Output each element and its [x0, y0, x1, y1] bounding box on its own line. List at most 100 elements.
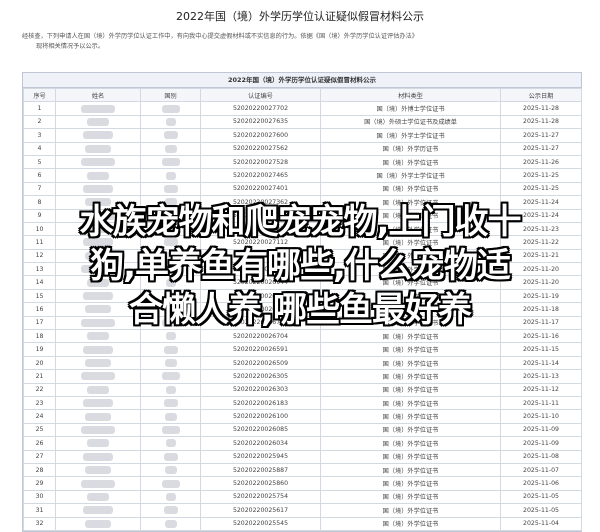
cell-country-redacted: [140, 288, 201, 304]
redaction-bar: [161, 265, 180, 274]
cell-material-type: 国（境）外学位证书: [320, 329, 501, 344]
cell-index: 22: [23, 382, 56, 397]
redaction-bar: [85, 466, 111, 475]
cell-index: 7: [23, 181, 56, 197]
cell-cert-id: 52020220027528: [200, 154, 321, 170]
table-header-row: 序号 姓名 国别 认证编号 材料类型 公示日期: [23, 87, 582, 103]
cell-cert-id: 52020220026782: [200, 302, 321, 317]
redaction-bar: [83, 506, 113, 515]
cell-date: 2025-11-27: [500, 141, 582, 156]
cell-date: 2025-11-16: [500, 329, 582, 344]
cell-cert-id: 52020220025617: [200, 503, 321, 518]
cell-date: 2025-11-25: [500, 181, 582, 197]
cell-name-redacted: [55, 288, 141, 304]
redaction-bar: [164, 251, 177, 260]
cell-index: 28: [23, 462, 56, 478]
cell-index: 9: [23, 208, 56, 223]
cell-cert-id: 52020220026800: [200, 288, 321, 304]
cell-date: 2025-11-14: [500, 355, 582, 371]
cell-material-type: 国（境）外学位证书: [320, 462, 501, 478]
redaction-bar: [164, 519, 177, 528]
cell-country-redacted: [140, 141, 201, 156]
redaction-bar: [87, 117, 109, 126]
cell-cert-id: 52020220026980: [200, 262, 321, 277]
cell-date: 2025-11-05: [500, 503, 582, 518]
cell-material-type: 国（境）外学位证书: [320, 275, 501, 290]
cell-cert-id: 52020220025545: [200, 516, 321, 531]
cell-date: 2025-11-04: [500, 516, 582, 531]
cell-name-redacted: [55, 114, 141, 130]
cell-country-redacted: [140, 248, 201, 264]
cell-country-redacted: [140, 221, 201, 237]
table-row: 9 52020220027318 国（境）外学位证书 2025-11-24: [23, 208, 582, 223]
cell-index: 25: [23, 422, 56, 438]
cell-country-redacted: [140, 329, 201, 344]
cell-cert-id: 52020220027362: [200, 195, 321, 210]
cell-name-redacted: [55, 489, 141, 505]
cell-index: 26: [23, 436, 56, 451]
redaction-bar: [87, 225, 109, 234]
cell-material-type: 国（境）外博士学位证书: [320, 101, 501, 116]
redaction-bar: [164, 412, 177, 421]
table-body: 1 52020220027702 国（境）外博士学位证书 2025-11-28 2 520…: [23, 101, 582, 531]
redaction-bar: [161, 318, 180, 327]
table-row: 23 52020220026183 国（境）外学位证书 2025-11-11: [23, 395, 582, 411]
redaction-bar: [87, 332, 109, 341]
cell-cert-id: 52020220027465: [200, 168, 321, 183]
cell-material-type: 国（境）外学位证书: [320, 235, 501, 250]
table-row: 18 52020220026704 国（境）外学位证书 2025-11-16: [23, 329, 582, 344]
table-row: 17 52020220026785 国（境）外学位证书 2025-11-17: [23, 315, 582, 331]
cell-material-type: 国（境）外学位证书: [320, 382, 501, 397]
cell-name-redacted: [55, 181, 141, 197]
table-row: 30 52020220025754 国（境）外学位证书 2025-11-05: [23, 489, 582, 505]
redaction-bar: [87, 439, 109, 448]
cell-name-redacted: [55, 302, 141, 317]
cell-country-redacted: [140, 476, 201, 491]
cell-material-type: 国（境）外学位证书: [320, 409, 501, 424]
redaction-bar: [164, 466, 177, 475]
cell-material-type: 国（境）外学位证书: [320, 248, 501, 264]
cell-index: 5: [23, 154, 56, 170]
cell-date: 2025-11-24: [500, 195, 582, 210]
table-row: 19 52020220026591 国（境）外学位证书 2025-11-15: [23, 342, 582, 357]
cell-name-redacted: [55, 221, 141, 237]
table-row: 20 52020220026509 国（境）外学位证书 2025-11-14: [23, 355, 582, 371]
cell-country-redacted: [140, 275, 201, 290]
cell-name-redacted: [55, 154, 141, 170]
redaction-bar: [87, 492, 109, 501]
cell-country-redacted: [140, 195, 201, 210]
cell-cert-id: 52020220025754: [200, 489, 321, 505]
cell-cert-id: 52020220026591: [200, 342, 321, 357]
cell-cert-id: 52020220027401: [200, 181, 321, 197]
cell-date: 2025-11-09: [500, 436, 582, 451]
cell-name-redacted: [55, 355, 141, 371]
redaction-bar: [165, 278, 176, 287]
redaction-bar: [81, 372, 115, 381]
cell-country-redacted: [140, 422, 201, 438]
header-index: 序号: [23, 87, 56, 103]
cell-material-type: 国（境）外学位证书: [320, 516, 501, 531]
cell-country-redacted: [140, 369, 201, 384]
cell-date: 2025-11-19: [500, 288, 582, 304]
cell-country-redacted: [140, 208, 201, 223]
cell-index: 8: [23, 195, 56, 210]
cell-index: 23: [23, 395, 56, 411]
notice-line-2: 现将相关情况予以公示。: [36, 43, 105, 50]
redaction-bar: [83, 131, 113, 140]
cell-cert-id: 52020220026303: [200, 382, 321, 397]
cell-cert-id: 52020220027635: [200, 114, 321, 130]
cell-material-type: 国（境）外学位证书: [320, 436, 501, 451]
cell-material-type: 国（境）外学位证书: [320, 302, 501, 317]
redaction-bar: [164, 198, 177, 207]
cell-country-redacted: [140, 489, 201, 505]
cell-name-redacted: [55, 516, 141, 531]
cell-country-redacted: [140, 449, 201, 464]
redaction-bar: [81, 104, 115, 113]
disclosure-table: 2022年国（境）外学历学位认证疑似假冒材料公示 序号 姓名 国别 认证编号 材…: [22, 72, 582, 532]
table-row: 25 52020220026085 国（境）外学位证书 2025-11-09: [23, 422, 582, 438]
cell-country-redacted: [140, 262, 201, 277]
cell-name-redacted: [55, 462, 141, 478]
cell-cert-id: 52020220027050: [200, 248, 321, 264]
cell-name-redacted: [55, 369, 141, 384]
table-row: 15 52020220026800 国（境）外学位证书 2025-11-19: [23, 288, 582, 304]
